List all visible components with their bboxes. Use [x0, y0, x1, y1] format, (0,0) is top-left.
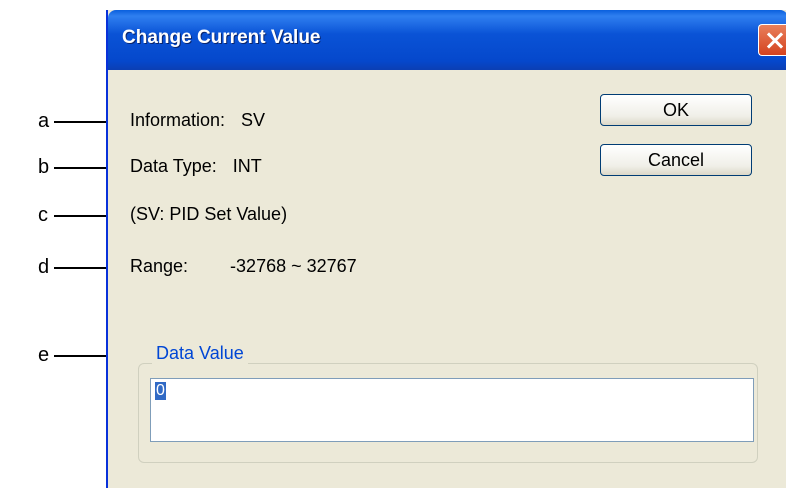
- range-value: -32768 ~ 32767: [230, 256, 357, 276]
- datatype-label: Data Type:: [130, 156, 217, 176]
- datatype-value: INT: [232, 156, 262, 176]
- change-value-dialog: Change Current Value Information: SV Data…: [106, 10, 786, 488]
- description-text: (SV: PID Set Value): [130, 204, 288, 224]
- callout-letter-a: a: [38, 110, 50, 132]
- data-value-text: 0: [155, 382, 166, 400]
- description-row: (SV: PID Set Value): [130, 204, 287, 225]
- title-bar[interactable]: Change Current Value: [108, 10, 786, 70]
- data-value-input[interactable]: 0: [150, 378, 754, 442]
- callout-letter-e: e: [38, 344, 50, 366]
- range-row: Range: -32768 ~ 32767: [130, 256, 357, 277]
- callout-letter-c: c: [38, 204, 48, 226]
- datatype-row: Data Type: INT: [130, 156, 262, 177]
- close-icon[interactable]: [758, 24, 786, 56]
- cancel-button[interactable]: Cancel: [600, 144, 752, 176]
- data-value-group-label: Data Value: [152, 343, 248, 364]
- information-row: Information: SV: [130, 110, 265, 131]
- callout-letter-d: d: [38, 256, 50, 278]
- range-label: Range:: [130, 256, 189, 276]
- callout-letter-b: b: [38, 156, 50, 178]
- dialog-title: Change Current Value: [122, 27, 321, 48]
- information-value: SV: [241, 110, 266, 130]
- information-label: Information:: [130, 110, 226, 130]
- ok-button[interactable]: OK: [600, 94, 752, 126]
